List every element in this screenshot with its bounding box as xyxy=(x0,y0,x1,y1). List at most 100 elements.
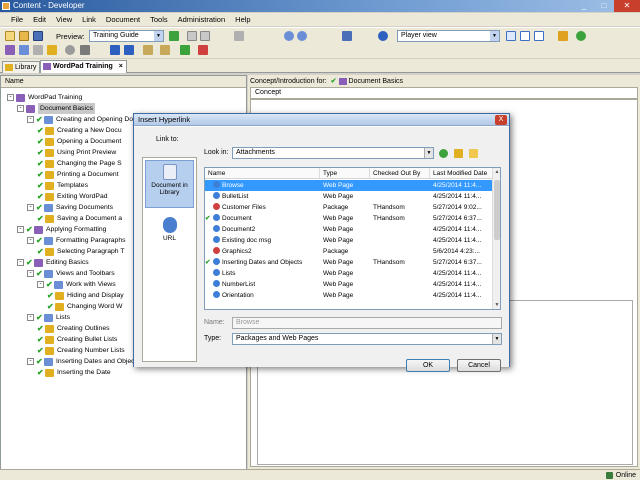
file-row[interactable]: ✔ Inserting Dates and Objects Web Page THan… xyxy=(205,257,492,268)
collapse-toggle-icon[interactable]: - xyxy=(27,358,34,365)
tree-item[interactable]: - ✔ Lists xyxy=(27,312,70,323)
tree-item[interactable]: ✔ Creating Number Lists xyxy=(37,345,125,356)
undo-icon[interactable] xyxy=(284,31,294,41)
view-select[interactable]: Player view ▼ xyxy=(397,30,500,42)
menu-edit[interactable]: Edit xyxy=(28,13,51,26)
tree-item[interactable]: - Document Basics xyxy=(17,103,95,114)
link-to-document-in-library[interactable]: Document in Library xyxy=(145,160,194,208)
open-folder-icon[interactable] xyxy=(19,31,29,41)
name-field[interactable]: Browse xyxy=(232,317,502,329)
type-select[interactable]: Packages and Web Pages ▼ xyxy=(232,333,502,345)
tree-item[interactable]: ✔ Creating Bullet Lists xyxy=(37,334,117,345)
ok-button[interactable]: OK xyxy=(406,359,450,372)
properties-icon[interactable] xyxy=(558,31,568,41)
save-icon[interactable] xyxy=(33,31,43,41)
back-icon[interactable] xyxy=(439,149,448,158)
tree-item[interactable]: ✔ Hiding and Display xyxy=(47,290,124,301)
menu-administration[interactable]: Administration xyxy=(173,13,231,26)
preview-select[interactable]: Training Guide ▼ xyxy=(89,30,164,42)
checkout-icon[interactable] xyxy=(198,45,208,55)
checkin-icon[interactable] xyxy=(180,45,190,55)
file-row[interactable]: Lists Web Page 4/25/2014 11:4... xyxy=(205,268,492,279)
scroll-down-icon[interactable]: ▼ xyxy=(493,301,500,309)
file-row[interactable]: BulletList Web Page 4/25/2014 11:4... xyxy=(205,191,492,202)
tree-item[interactable]: ✔ Using Print Preview xyxy=(37,147,116,158)
find-icon[interactable] xyxy=(342,31,352,41)
file-row[interactable]: Document2 Web Page 4/25/2014 11:4... xyxy=(205,224,492,235)
collapse-toggle-icon[interactable]: - xyxy=(37,281,44,288)
cancel-button[interactable]: Cancel xyxy=(457,359,501,372)
up-folder-icon[interactable] xyxy=(454,149,463,158)
tree-item[interactable]: ✔ Creating a New Docu xyxy=(37,125,122,136)
layout-icon[interactable] xyxy=(506,31,516,41)
scroll-up-icon[interactable]: ▲ xyxy=(493,168,500,176)
file-list-scrollbar[interactable]: ▲ ▼ xyxy=(492,168,500,309)
outline-icon[interactable] xyxy=(5,45,15,55)
tree-item[interactable]: - ✔ Work with Views xyxy=(37,279,116,290)
scrollbar-thumb[interactable] xyxy=(494,180,500,240)
collapse-toggle-icon[interactable]: - xyxy=(27,314,34,321)
collapse-toggle-icon[interactable]: - xyxy=(27,204,34,211)
layout-split-icon[interactable] xyxy=(520,31,530,41)
tree-item[interactable]: - ✔ Saving Documents xyxy=(27,202,113,213)
menu-tools[interactable]: Tools xyxy=(145,13,173,26)
tree-item[interactable]: ✔ Saving a Document a xyxy=(37,213,122,224)
section-icon[interactable] xyxy=(33,45,43,55)
dialog-close-button[interactable]: X xyxy=(495,115,507,125)
column-header-type[interactable]: Type xyxy=(320,168,370,179)
tree-item[interactable]: ✔ Inserting the Date xyxy=(37,367,111,378)
tree-item[interactable]: - ✔ Creating and Opening Do xyxy=(27,114,133,125)
module-icon[interactable] xyxy=(19,45,29,55)
copy-icon[interactable] xyxy=(187,31,197,41)
column-header-last-modified[interactable]: Last Modified Date xyxy=(430,168,494,179)
collapse-toggle-icon[interactable]: - xyxy=(17,259,24,266)
menu-file[interactable]: File xyxy=(6,13,28,26)
close-tab-icon[interactable]: × xyxy=(119,63,123,70)
collapse-toggle-icon[interactable]: - xyxy=(17,226,24,233)
link-to-url[interactable]: URL xyxy=(145,214,194,250)
new-folder-icon[interactable] xyxy=(469,149,478,158)
tab-wordpad-training[interactable]: WordPad Training × xyxy=(40,60,127,73)
file-row[interactable]: Customer Files Package THandsom 5/27/2014 9… xyxy=(205,202,492,213)
arrow-up-icon[interactable] xyxy=(110,45,120,55)
redo-icon[interactable] xyxy=(297,31,307,41)
tree-column-header[interactable]: Name xyxy=(1,76,246,88)
play-icon[interactable] xyxy=(169,31,179,41)
tab-library[interactable]: Library xyxy=(2,61,41,73)
file-row[interactable]: Browse Web Page 4/25/2014 11:4... xyxy=(205,180,492,191)
tree-item[interactable]: ✔ Selecting Paragraph T xyxy=(37,246,125,257)
link-icon[interactable] xyxy=(143,45,153,55)
collapse-toggle-icon[interactable]: - xyxy=(7,94,14,101)
paste-icon[interactable] xyxy=(200,31,210,41)
tab-concept[interactable]: Concept xyxy=(250,87,638,99)
tree-item[interactable]: - ✔ Editing Basics xyxy=(17,257,89,268)
arrow-down-icon[interactable] xyxy=(124,45,134,55)
new-icon[interactable] xyxy=(5,31,15,41)
minimize-button[interactable]: _ xyxy=(574,0,594,12)
tree-item[interactable]: ✔ Creating Outlines xyxy=(37,323,110,334)
refresh-icon[interactable] xyxy=(576,31,586,41)
tree-item[interactable]: - ✔ Inserting Dates and Objec xyxy=(27,356,135,367)
delete-icon[interactable] xyxy=(234,31,244,41)
tree-item[interactable]: - ✔ Views and Toolbars xyxy=(27,268,115,279)
column-header-checked-out-by[interactable]: Checked Out By xyxy=(370,168,430,179)
tree-item[interactable]: - WordPad Training xyxy=(7,92,82,103)
topic-icon[interactable] xyxy=(47,45,57,55)
tree-item[interactable]: ✔ Opening a Document xyxy=(37,136,121,147)
close-window-button[interactable]: ✕ xyxy=(614,0,640,12)
tree-item[interactable]: ✔ Changing the Page S xyxy=(37,158,122,169)
tree-item[interactable]: ✔ Exiting WordPad xyxy=(37,191,108,202)
menu-help[interactable]: Help xyxy=(230,13,255,26)
tree-item[interactable]: - ✔ Formatting Paragraphs xyxy=(27,235,126,246)
file-row[interactable]: ✔ Document Web Page THandsom 5/27/2014 6:37.… xyxy=(205,213,492,224)
tree-item[interactable]: - ✔ Applying Formatting xyxy=(17,224,106,235)
tree-item[interactable]: ✔ Templates xyxy=(37,180,88,191)
collapse-toggle-icon[interactable]: - xyxy=(27,237,34,244)
maximize-button[interactable]: □ xyxy=(594,0,614,12)
layout-grid-icon[interactable] xyxy=(534,31,544,41)
file-row[interactable]: Existing doc msg Web Page 4/25/2014 11:4..… xyxy=(205,235,492,246)
collapse-toggle-icon[interactable]: - xyxy=(17,105,24,112)
file-row[interactable]: NumberList Web Page 4/25/2014 11:4... xyxy=(205,279,492,290)
column-header-name[interactable]: Name xyxy=(205,168,320,179)
file-row[interactable]: Orientation Web Page 4/25/2014 11:4... xyxy=(205,290,492,301)
